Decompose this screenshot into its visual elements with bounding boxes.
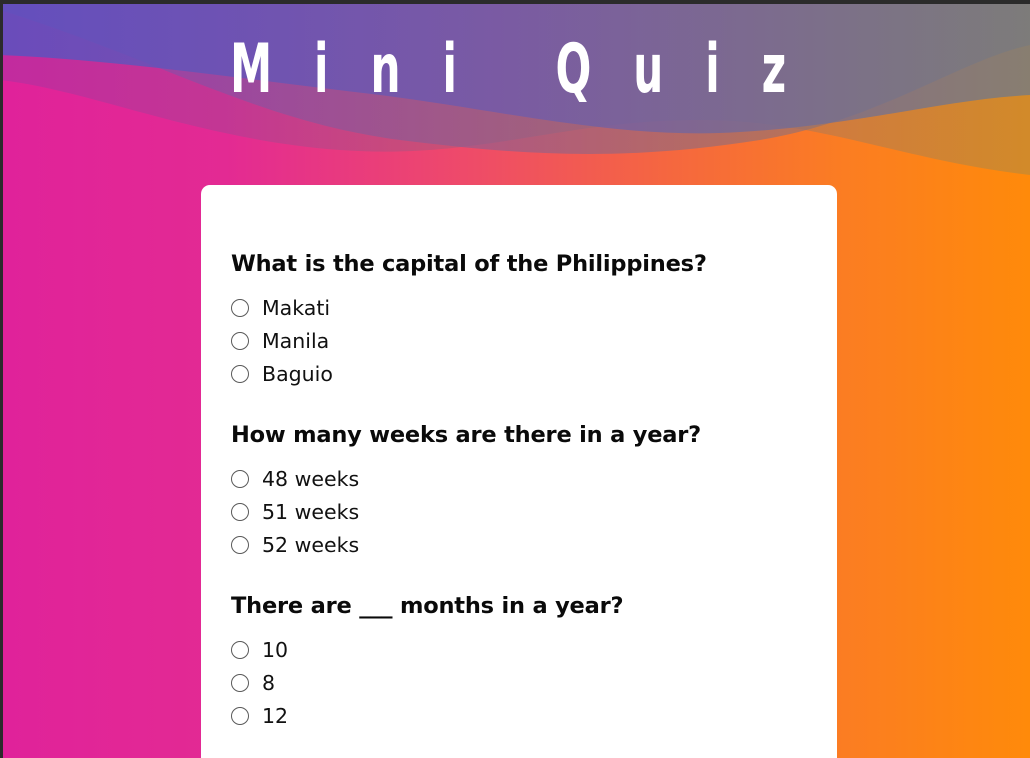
option-baguio[interactable]: Baguio bbox=[231, 357, 837, 390]
option-label: 12 bbox=[262, 703, 289, 728]
radio-button[interactable] bbox=[231, 331, 249, 350]
question-1: What is the capital of the Philippines? … bbox=[231, 249, 837, 390]
option-8[interactable]: 8 bbox=[231, 666, 837, 699]
question-2: How many weeks are there in a year? 48 w… bbox=[231, 420, 837, 561]
option-manila[interactable]: Manila bbox=[231, 324, 837, 357]
option-51-weeks[interactable]: 51 weeks bbox=[231, 495, 837, 528]
question-3: There are ___ months in a year? 10 8 12 bbox=[231, 591, 837, 732]
option-label: 8 bbox=[262, 670, 276, 695]
option-makati[interactable]: Makati bbox=[231, 291, 837, 324]
option-52-weeks[interactable]: 52 weeks bbox=[231, 528, 837, 561]
radio-button[interactable] bbox=[231, 502, 249, 521]
option-label: Makati bbox=[262, 295, 331, 320]
quiz-page: M i n i Q u i z What is the capital of t… bbox=[0, 0, 1030, 758]
option-label: 48 weeks bbox=[262, 466, 360, 491]
window-top-border bbox=[0, 0, 1030, 4]
radio-button[interactable] bbox=[231, 298, 249, 317]
option-12[interactable]: 12 bbox=[231, 699, 837, 732]
option-label: 51 weeks bbox=[262, 499, 360, 524]
radio-button[interactable] bbox=[231, 640, 249, 659]
option-label: 10 bbox=[262, 637, 289, 662]
option-48-weeks[interactable]: 48 weeks bbox=[231, 462, 837, 495]
radio-button[interactable] bbox=[231, 706, 249, 725]
option-10[interactable]: 10 bbox=[231, 633, 837, 666]
page-title: M i n i Q u i z bbox=[230, 30, 800, 109]
option-label: Baguio bbox=[262, 361, 333, 386]
radio-button[interactable] bbox=[231, 364, 249, 383]
radio-button[interactable] bbox=[231, 469, 249, 488]
radio-button[interactable] bbox=[231, 673, 249, 692]
option-label: 52 weeks bbox=[262, 532, 360, 557]
question-text: What is the capital of the Philippines? bbox=[231, 251, 707, 277]
window-left-border bbox=[0, 0, 3, 758]
question-text: There are ___ months in a year? bbox=[231, 593, 624, 619]
radio-button[interactable] bbox=[231, 535, 249, 554]
quiz-card: What is the capital of the Philippines? … bbox=[201, 185, 837, 758]
question-text: How many weeks are there in a year? bbox=[231, 422, 701, 448]
option-label: Manila bbox=[262, 328, 330, 353]
